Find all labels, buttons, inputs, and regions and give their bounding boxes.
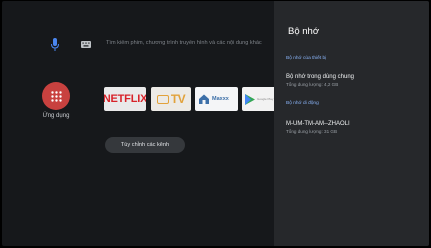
google-play-tile[interactable]: Google Play — [242, 87, 276, 111]
removable-storage-section-label: Bộ nhớ di động — [286, 101, 319, 106]
netflix-logo-text: NETFLIX — [104, 93, 146, 105]
removable-storage-title: M-UM-TM-AM--ZHAOLI — [286, 121, 350, 127]
house-icon — [199, 94, 209, 104]
panel-title: Bộ nhớ — [288, 26, 320, 37]
google-play-tile-label: Google Play — [257, 97, 274, 101]
internal-storage-section-label: Bộ nhớ của thiết bị — [286, 56, 327, 61]
storage-panel: Bộ nhớ Bộ nhớ của thiết bị Bộ nhớ trong … — [274, 1, 429, 246]
play-store-icon — [245, 93, 255, 105]
tv-screen: Tìm kiếm phim, chương trình truyền hình … — [2, 1, 429, 246]
maxxx-tile-label: Maxxx — [212, 96, 229, 102]
removable-storage-item[interactable]: M-UM-TM-AM--ZHAOLI Tổng dung lượng: 31 G… — [286, 121, 421, 134]
maxxx-tile[interactable]: Maxxx — [195, 87, 238, 111]
internal-storage-capacity: Tổng dung lượng: 4,2 GB — [286, 82, 339, 87]
microphone-icon[interactable] — [50, 38, 60, 52]
tv-tile-label: TV — [170, 92, 186, 106]
apps-label: Ứng dụng — [42, 113, 70, 119]
internal-storage-item[interactable]: Bộ nhớ trong dùng chung Tổng dung lượng:… — [286, 74, 421, 87]
tv-icon — [156, 94, 169, 104]
internal-storage-title: Bộ nhớ trong dùng chung — [286, 74, 354, 80]
tv-tile[interactable]: TV — [151, 87, 191, 111]
keyboard-icon[interactable] — [81, 41, 91, 48]
customize-channels-button[interactable]: Tùy chỉnh các kênh — [105, 137, 185, 153]
search-hint-text[interactable]: Tìm kiếm phim, chương trình truyền hình … — [106, 40, 276, 46]
apps-button[interactable] — [42, 82, 70, 110]
apps-grid-icon — [50, 90, 62, 102]
removable-storage-capacity: Tổng dung lượng: 31 GB — [286, 129, 338, 134]
netflix-tile[interactable]: NETFLIX — [104, 87, 146, 111]
